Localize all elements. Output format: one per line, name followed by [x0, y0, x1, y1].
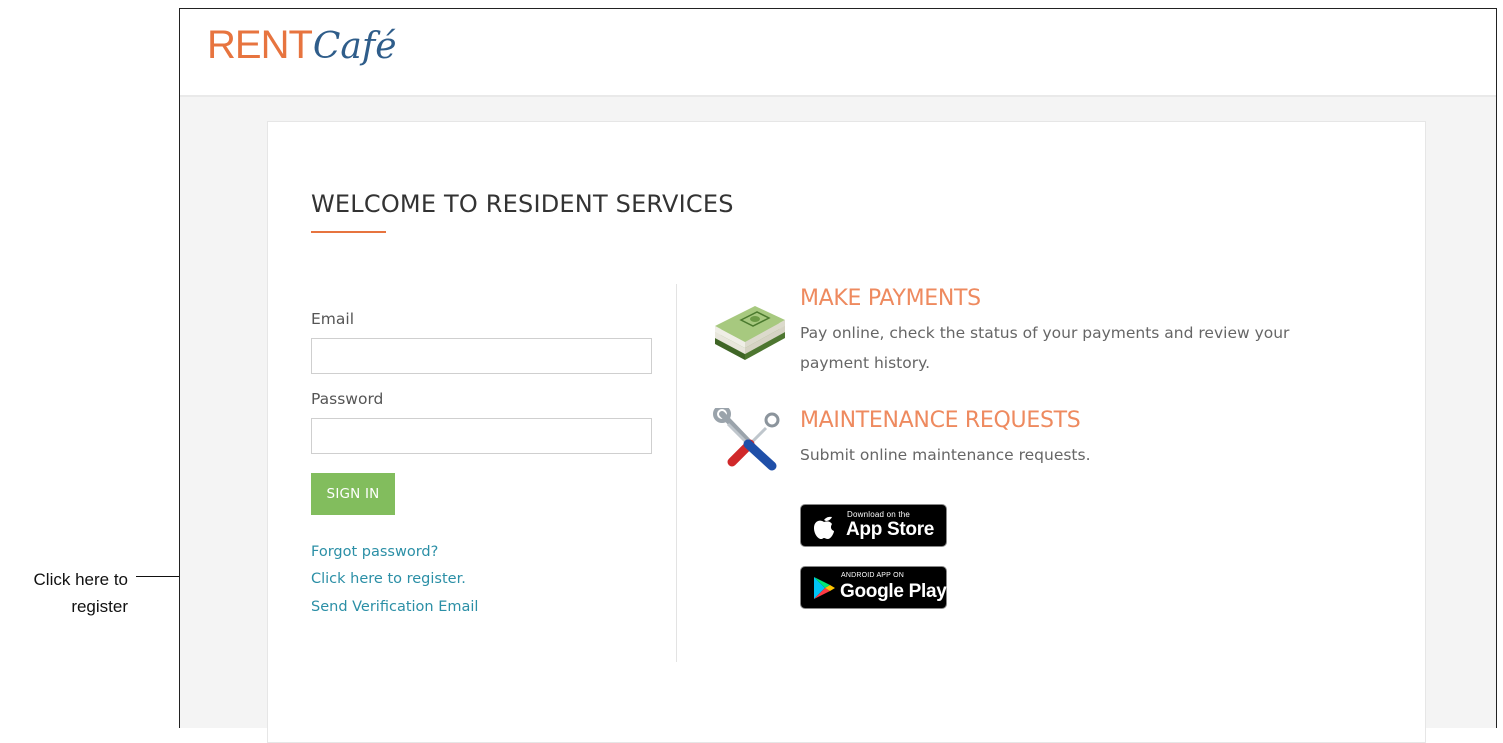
app-store-small-text: Download on the [847, 510, 911, 519]
page-title: WELCOME TO RESIDENT SERVICES [311, 190, 734, 218]
email-field[interactable] [311, 338, 652, 374]
sign-in-button[interactable]: SIGN IN [311, 473, 395, 515]
tools-icon [712, 405, 788, 472]
forgot-password-link[interactable]: Forgot password? [311, 544, 438, 560]
rentcafe-logo[interactable]: RENTCafé [207, 23, 397, 83]
make-payments-title[interactable]: MAKE PAYMENTS [800, 286, 981, 311]
app-store-badge[interactable]: Download on the App Store [800, 504, 947, 547]
google-play-badge[interactable]: ANDROID APP ON Google Play [800, 566, 947, 609]
money-stack-icon [711, 298, 787, 362]
password-label: Password [311, 390, 384, 408]
google-play-big-text: Google Play [840, 581, 947, 602]
maintenance-requests-description: Submit online maintenance requests. [800, 446, 1091, 464]
register-link[interactable]: Click here to register. [311, 571, 466, 587]
make-payments-description: Pay online, check the status of your pay… [800, 324, 1290, 372]
browser-frame: RENTCafé WELCOME TO RESIDENT SERVICES Em… [179, 8, 1497, 743]
column-divider [676, 284, 677, 662]
password-field[interactable] [311, 418, 652, 454]
logo-cafe-text: Café [312, 26, 397, 67]
site-header: RENTCafé [180, 9, 1496, 97]
maintenance-requests-title[interactable]: MAINTENANCE REQUESTS [800, 408, 1081, 433]
email-label: Email [311, 310, 355, 328]
title-underline [311, 231, 386, 233]
logo-rent-text: RENT [207, 23, 313, 67]
google-play-icon [811, 574, 837, 602]
login-card: WELCOME TO RESIDENT SERVICES Email Passw… [267, 121, 1426, 743]
send-verification-email-link[interactable]: Send Verification Email [311, 599, 478, 615]
app-store-big-text: App Store [846, 519, 935, 540]
callout-annotation: Click here to register [33, 570, 128, 616]
apple-icon [811, 512, 837, 540]
google-play-small-text: ANDROID APP ON [841, 572, 904, 579]
